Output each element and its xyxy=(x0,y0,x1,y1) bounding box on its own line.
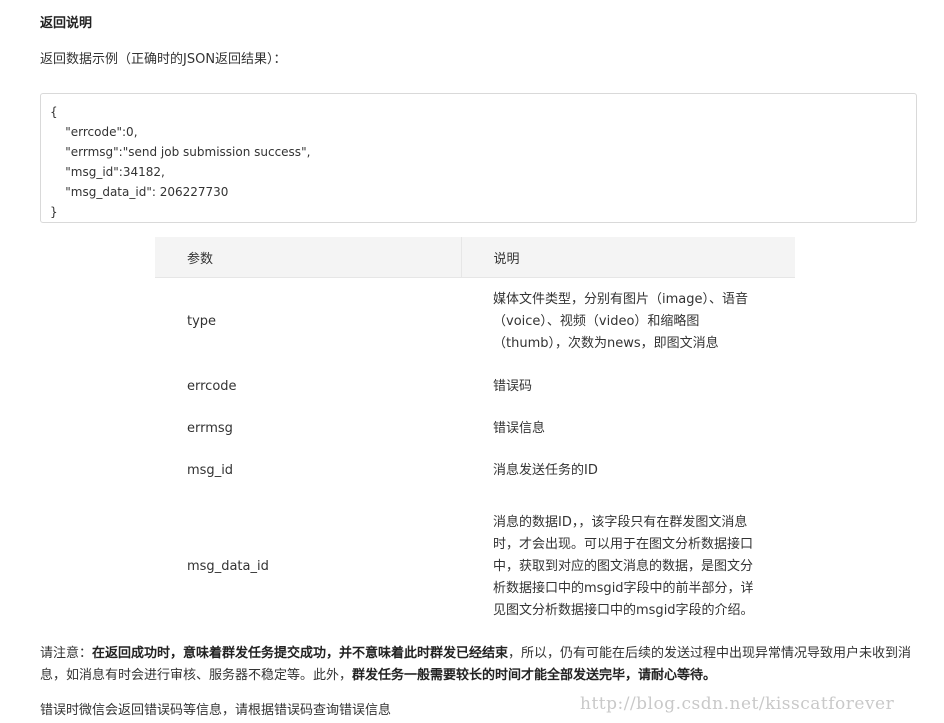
code-line: } xyxy=(50,205,58,219)
param-desc: 错误码 xyxy=(493,378,533,394)
table-row: type 媒体文件类型，分别有图片（image）、语音（voice）、视频（vi… xyxy=(155,278,795,366)
param-name: errcode xyxy=(187,378,237,394)
param-name: errmsg xyxy=(187,420,233,436)
param-desc: 消息发送任务的ID xyxy=(493,462,598,478)
table-row: errcode 错误码 xyxy=(155,366,795,408)
table-row: msg_data_id 消息的数据ID，，该字段只有在群发图文消息时，才会出现。… xyxy=(155,492,795,642)
code-line: "msg_data_id": 206227730 xyxy=(50,185,229,199)
table-header-row: 参数 说明 xyxy=(155,237,795,278)
notice-bold-1: 在返回成功时，意味着群发任务提交成功，并不意味着此时群发已经结束 xyxy=(92,646,509,661)
intro-text: 返回数据示例（正确时的JSON返回结果）： xyxy=(40,52,287,67)
header-param: 参数 xyxy=(155,237,461,278)
code-line: { xyxy=(50,105,58,119)
error-info-text: 错误时微信会返回错误码等信息，请根据错误码查询错误信息 xyxy=(40,703,392,718)
table-row: msg_id 消息发送任务的ID xyxy=(155,450,795,492)
param-table: 参数 说明 type 媒体文件类型，分别有图片（image）、语音（voice）… xyxy=(155,237,795,642)
code-line: "errmsg":"send job submission success", xyxy=(50,145,311,159)
notice-paragraph: 请注意：在返回成功时，意味着群发任务提交成功，并不意味着此时群发已经结束，所以，… xyxy=(40,643,915,687)
watermark: http://blog.csdn.net/kisscatforever xyxy=(580,694,895,714)
param-name: type xyxy=(187,313,217,329)
json-code-block: { "errcode":0, "errmsg":"send job submis… xyxy=(40,93,917,223)
param-desc: 媒体文件类型，分别有图片（image）、语音（voice）、视频（video）和… xyxy=(493,291,748,351)
table-row: errmsg 错误信息 xyxy=(155,408,795,450)
param-name: msg_data_id xyxy=(187,558,269,574)
header-desc: 说明 xyxy=(460,237,795,278)
notice-bold-2: 群发任务一般需要较长的时间才能全部发送完毕，请耐心等待。 xyxy=(352,668,717,683)
notice-prefix: 请注意： xyxy=(40,646,93,661)
code-line: "msg_id":34182, xyxy=(50,165,165,179)
param-name: msg_id xyxy=(187,462,234,478)
section-heading: 返回说明 xyxy=(40,16,93,31)
param-desc: 消息的数据ID，，该字段只有在群发图文消息时，才会出现。可以用于在图文分析数据接… xyxy=(493,514,754,618)
code-line: "errcode":0, xyxy=(50,125,138,139)
param-desc: 错误信息 xyxy=(493,420,546,436)
